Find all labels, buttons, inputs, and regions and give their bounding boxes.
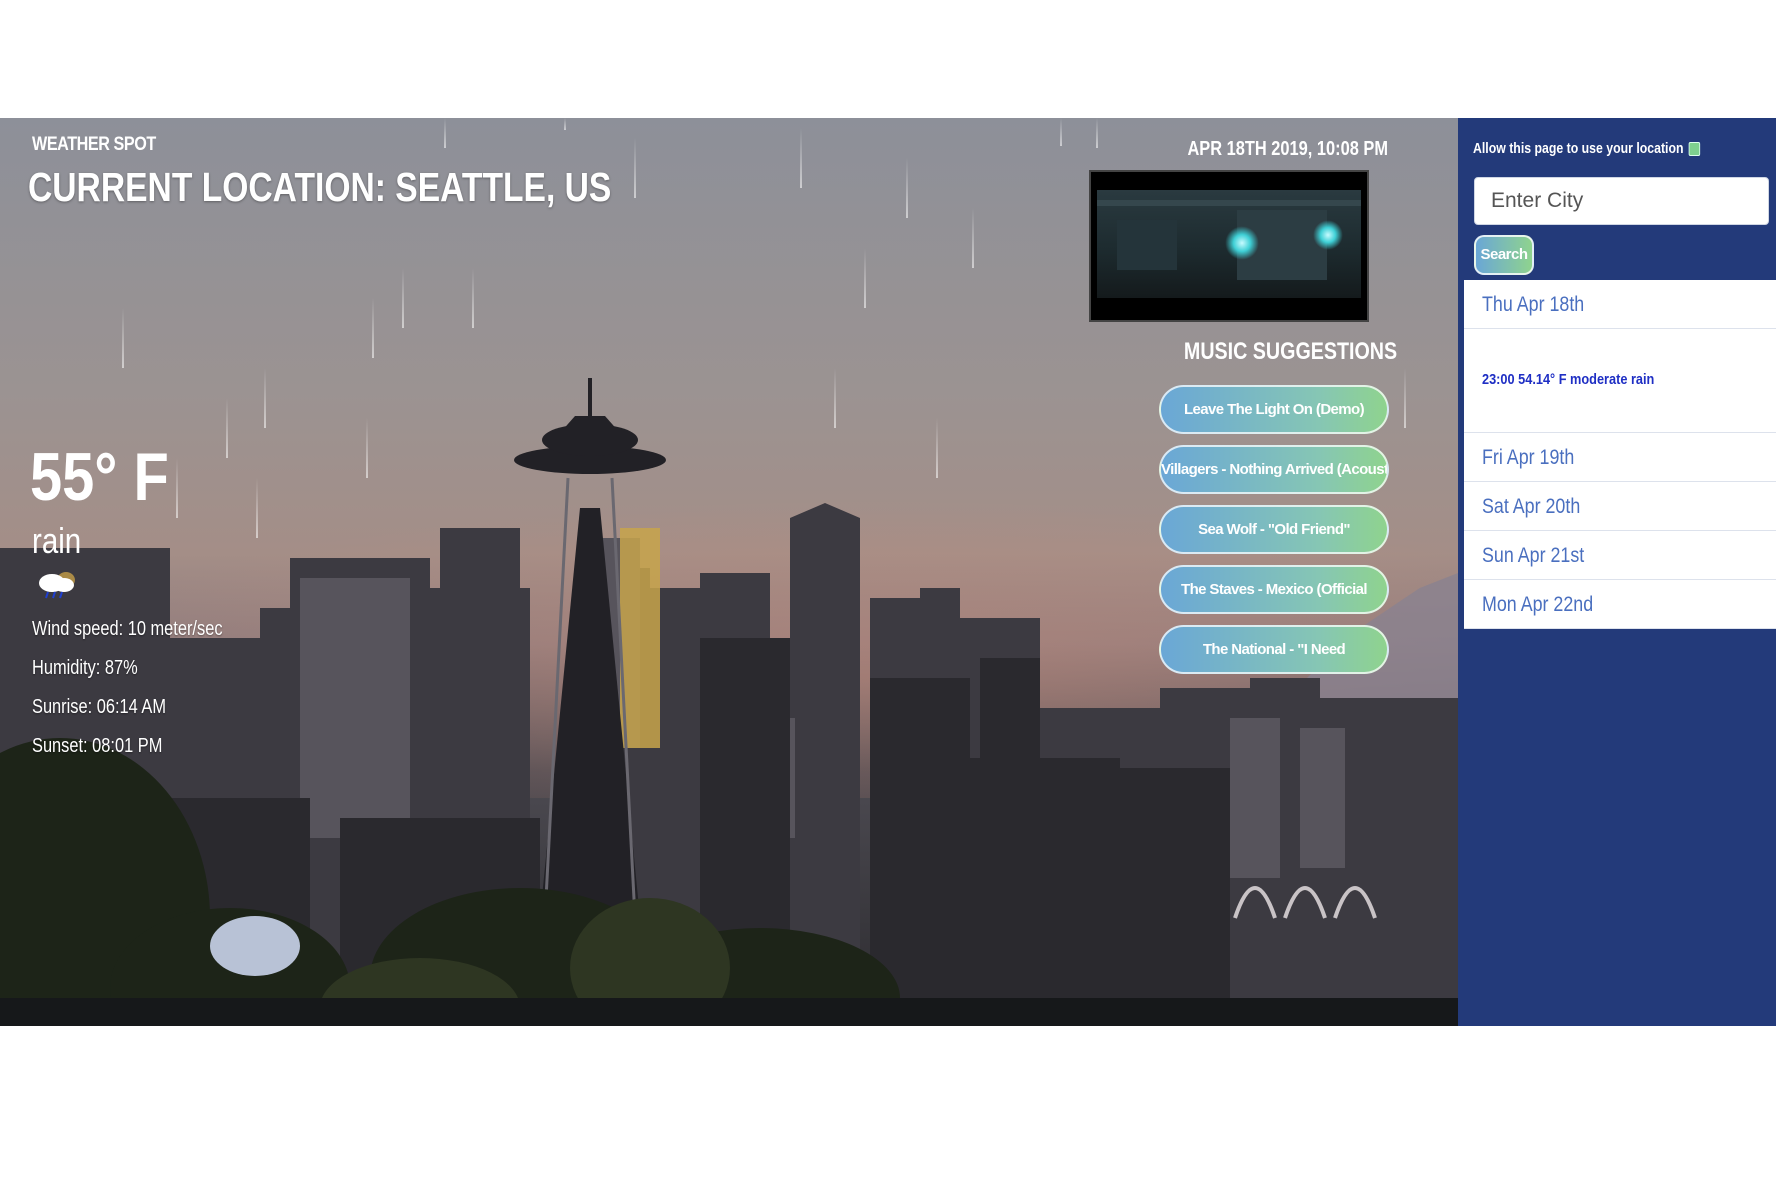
forecast-day-label: Sat Apr 20th — [1482, 495, 1581, 518]
music-suggestion-button[interactable]: Sea Wolf - "Old Friend" — [1159, 505, 1389, 554]
temperature-value: 55° F — [30, 439, 169, 515]
music-suggestion-button[interactable]: The National - "I Need — [1159, 625, 1389, 674]
rain-drop — [906, 158, 908, 218]
music-video-player[interactable] — [1089, 170, 1369, 322]
rain-drop — [176, 458, 178, 518]
rain-drop — [444, 118, 446, 148]
rain-drop — [226, 398, 228, 458]
forecast-day-label: Thu Apr 18th — [1482, 293, 1585, 316]
music-suggestion-button[interactable]: Leave The Light On (Demo) — [1159, 385, 1389, 434]
datetime-label: APR 18TH 2019, 10:08 PM — [1187, 138, 1388, 160]
rain-drop — [634, 138, 636, 198]
city-search-input[interactable] — [1474, 177, 1769, 225]
forecast-day-label: Fri Apr 19th — [1482, 446, 1575, 469]
rain-drop — [834, 368, 836, 428]
sidebar: Allow this page to use your location Sea… — [1458, 118, 1776, 1026]
forecast-day-sat[interactable]: Sat Apr 20th — [1464, 482, 1776, 531]
rain-drop — [264, 368, 266, 428]
rain-drop — [1096, 118, 1098, 148]
rain-drop — [372, 298, 374, 358]
music-suggestion-button[interactable]: The Staves - Mexico (Official — [1159, 565, 1389, 614]
rain-drop — [564, 118, 566, 130]
humidity: Humidity: 87% — [32, 657, 138, 679]
forecast-day-label: Sun Apr 21st — [1482, 544, 1585, 567]
rain-drop — [864, 248, 866, 308]
rain-drop — [972, 208, 974, 268]
music-suggestions-heading: MUSIC SUGGESTIONS — [1183, 338, 1398, 365]
rain-drop — [1404, 368, 1406, 428]
music-suggestion-button[interactable]: Villagers - Nothing Arrived (Acoustic) — [1159, 445, 1389, 494]
rain-drop — [800, 128, 802, 188]
geolocation-label: Allow this page to use your location — [1473, 140, 1684, 157]
rain-drop — [366, 418, 368, 478]
forecast-day-label: Mon Apr 22nd — [1482, 593, 1594, 616]
app-root: WEATHER SPOT CURRENT LOCATION: SEATTLE, … — [0, 118, 1776, 1026]
forecast-list: Thu Apr 18th 23:00 54.14° F moderate rai… — [1464, 280, 1776, 629]
weather-stats: Wind speed: 10 meter/sec Humidity: 87% S… — [32, 610, 264, 766]
forecast-day-thu[interactable]: Thu Apr 18th — [1464, 280, 1776, 329]
forecast-day-fri[interactable]: Fri Apr 19th — [1464, 433, 1776, 482]
rain-drop — [402, 268, 404, 328]
sunrise: Sunrise: 06:14 AM — [32, 696, 167, 718]
forecast-day-sun[interactable]: Sun Apr 21st — [1464, 531, 1776, 580]
forecast-detail: 23:00 54.14° F moderate rain — [1464, 329, 1776, 433]
forecast-detail-text: 23:00 54.14° F moderate rain — [1482, 371, 1655, 388]
rain-drop — [472, 268, 474, 328]
rain-drop — [122, 308, 124, 368]
brand-logo-text: WEATHER SPOT — [32, 134, 156, 155]
geolocation-toggle[interactable]: Allow this page to use your location — [1473, 140, 1700, 157]
rain-drop — [1060, 118, 1062, 146]
weather-condition: rain — [32, 520, 82, 561]
page-title: CURRENT LOCATION: SEATTLE, US — [28, 164, 612, 210]
wind-speed: Wind speed: 10 meter/sec — [32, 618, 223, 640]
sunset: Sunset: 08:01 PM — [32, 735, 163, 757]
rain-drop — [936, 418, 938, 478]
hero-background: WEATHER SPOT CURRENT LOCATION: SEATTLE, … — [0, 118, 1458, 1026]
forecast-day-mon[interactable]: Mon Apr 22nd — [1464, 580, 1776, 629]
music-suggestions-list: Leave The Light On (Demo) Villagers - No… — [1159, 385, 1389, 685]
video-thumbnail — [1097, 190, 1361, 298]
rain-drop — [256, 478, 258, 538]
search-button[interactable]: Search — [1474, 235, 1534, 275]
rain-cloud-icon — [39, 572, 75, 599]
geolocation-checkbox[interactable] — [1688, 141, 1700, 156]
